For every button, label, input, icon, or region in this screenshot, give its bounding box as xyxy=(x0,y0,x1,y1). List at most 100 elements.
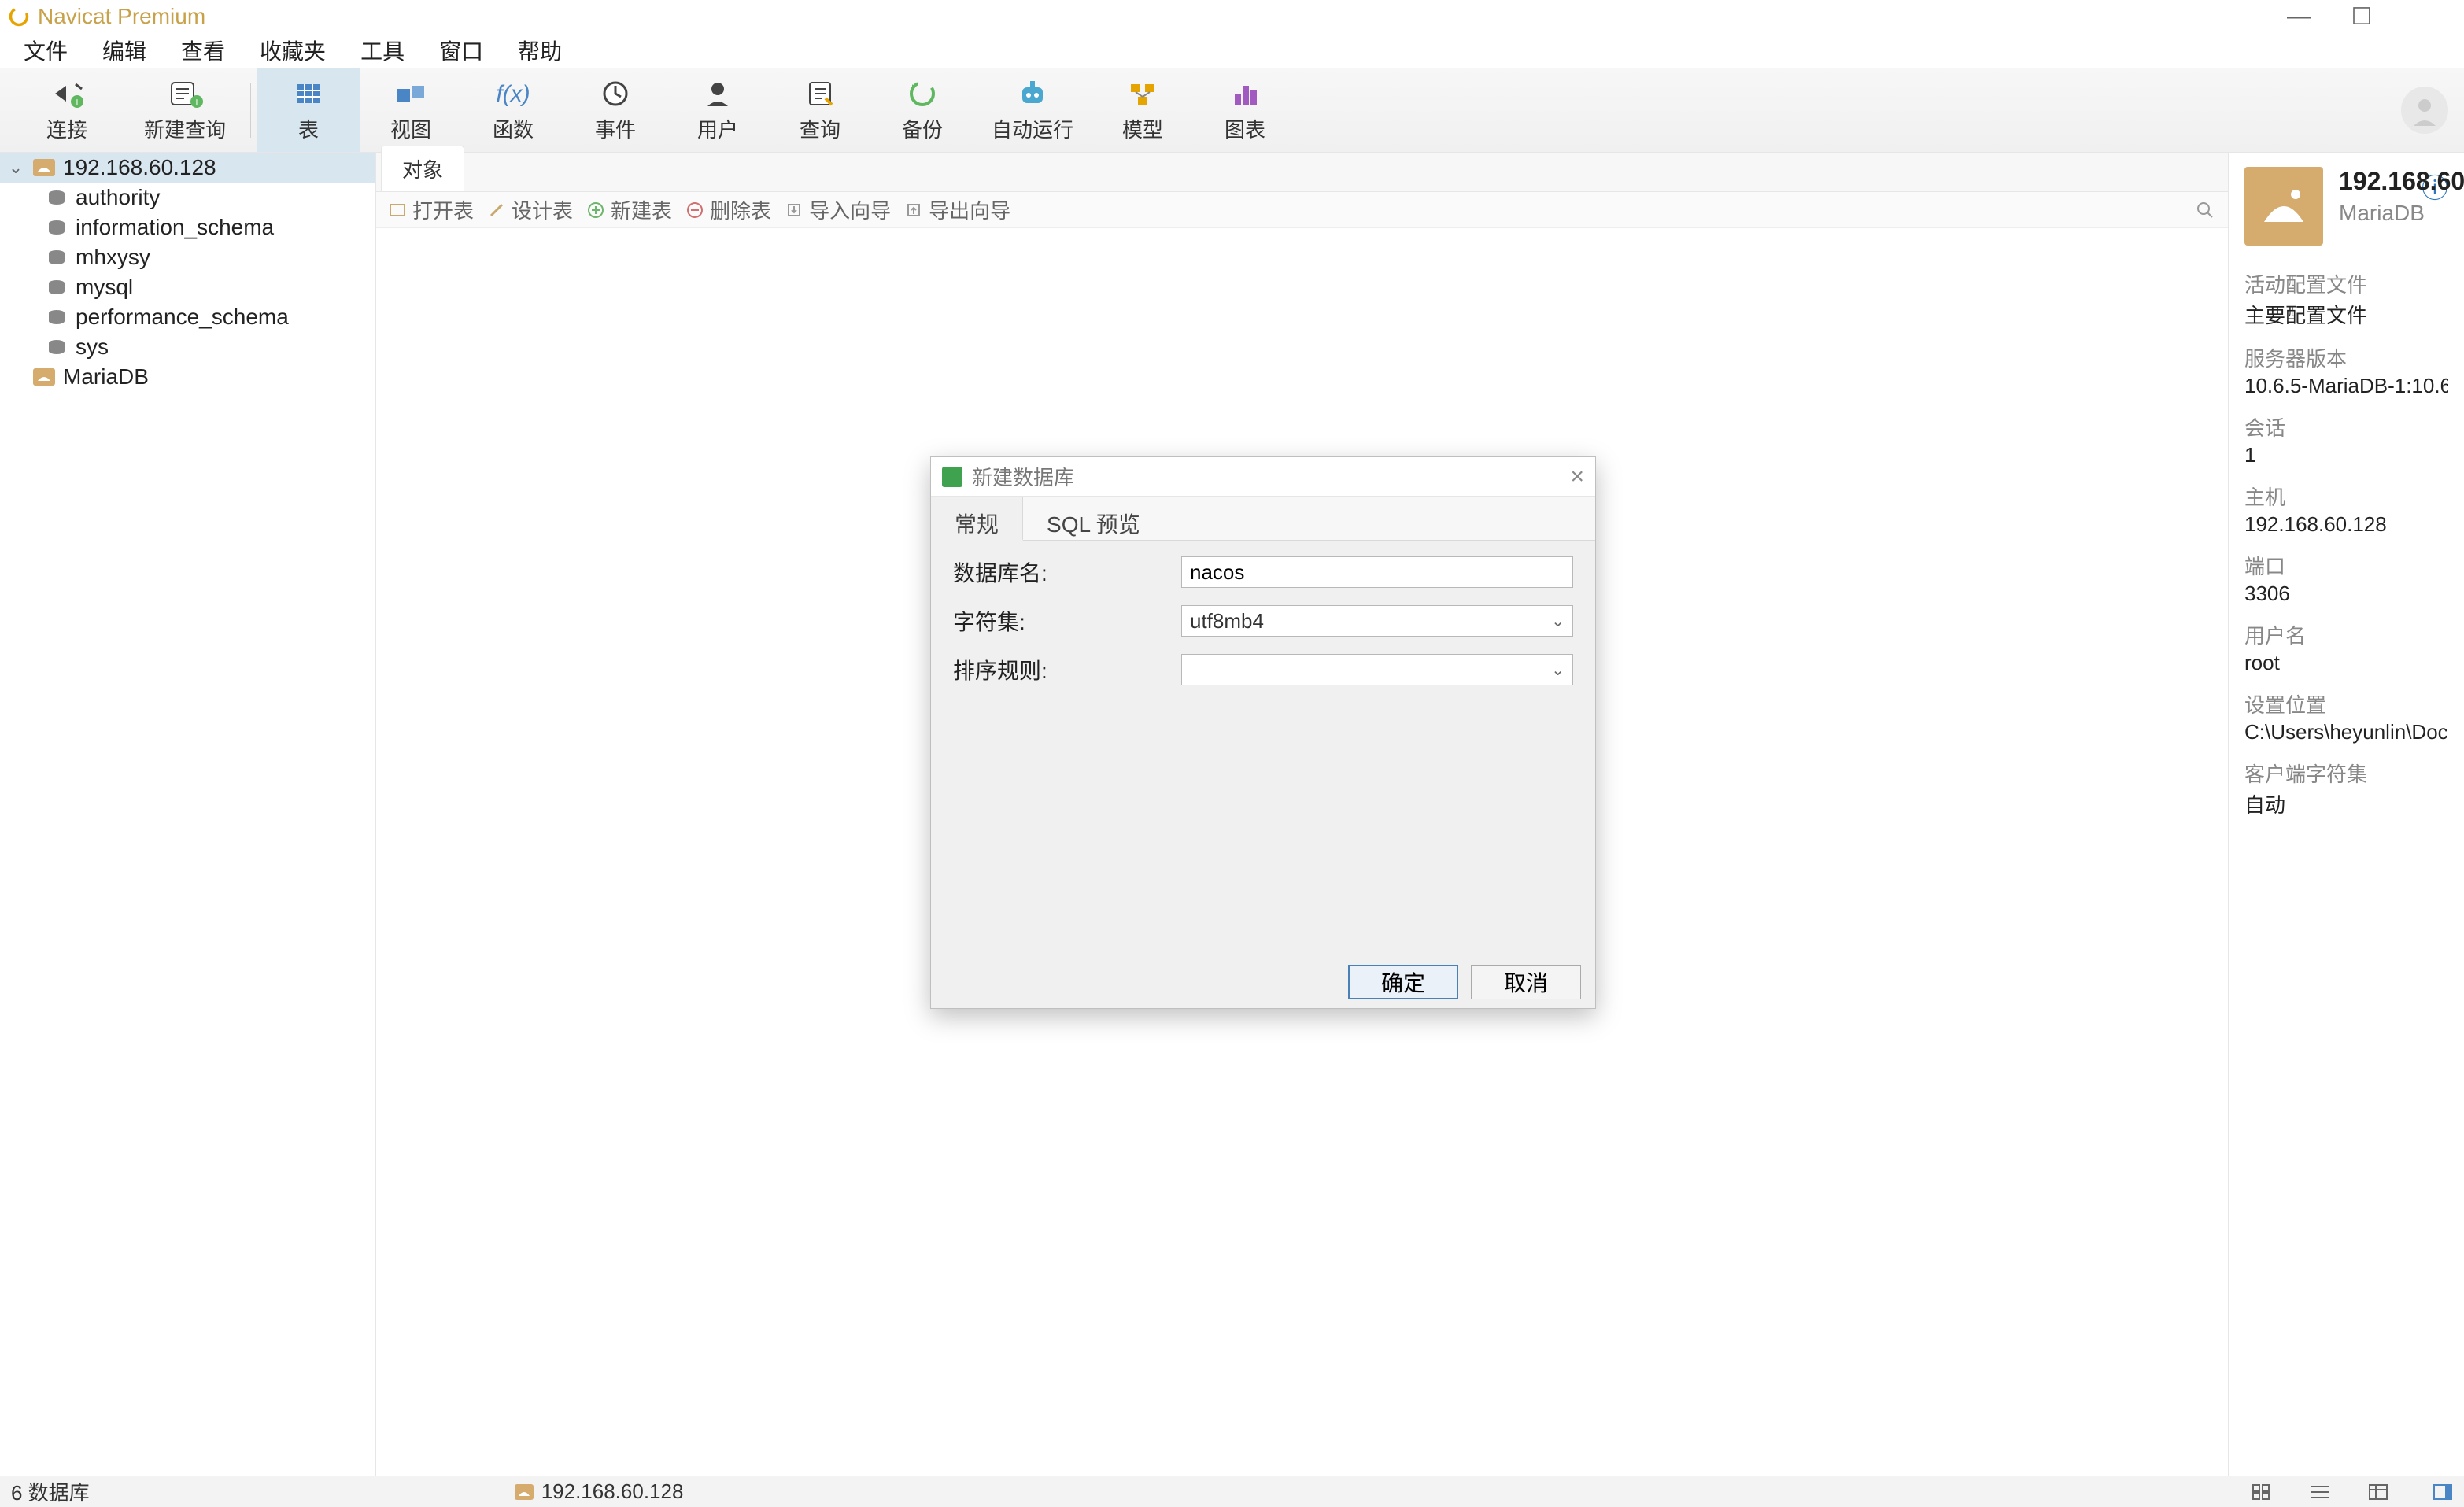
menu-help[interactable]: 帮助 xyxy=(501,30,579,71)
search-icon[interactable] xyxy=(2195,200,2215,220)
model-button[interactable]: 模型 xyxy=(1092,68,1194,152)
function-button[interactable]: f(x) 函数 xyxy=(462,68,564,152)
view-mode-grid-icon[interactable] xyxy=(2252,1483,2272,1501)
user-button[interactable]: 用户 xyxy=(667,68,769,152)
menu-view[interactable]: 查看 xyxy=(164,30,242,71)
auto-run-button[interactable]: 自动运行 xyxy=(973,68,1092,152)
svg-text:f(x): f(x) xyxy=(496,81,530,107)
view-mode-panel-icon[interactable] xyxy=(2433,1483,2453,1501)
view-mode-detail-icon[interactable] xyxy=(2368,1483,2388,1501)
tab-general[interactable]: 常规 xyxy=(931,497,1023,541)
tree-connection-item[interactable]: MariaDB xyxy=(0,362,375,392)
menu-edit[interactable]: 编辑 xyxy=(85,30,164,71)
menu-tools[interactable]: 工具 xyxy=(343,30,422,71)
connection-subtitle: MariaDB xyxy=(2339,201,2464,226)
database-icon xyxy=(46,338,68,356)
table-button[interactable]: 表 xyxy=(257,68,360,152)
window-minimize-icon[interactable]: — xyxy=(2267,3,2330,30)
connection-icon xyxy=(33,159,55,176)
database-icon xyxy=(46,308,68,326)
app-logo-icon xyxy=(8,6,30,28)
status-left: 6 数据库 xyxy=(11,1477,90,1506)
chevron-down-icon[interactable]: ⌄ xyxy=(6,157,25,178)
design-table-button[interactable]: 设计表 xyxy=(488,195,573,224)
view-button[interactable]: 视图 xyxy=(360,68,462,152)
charset-label: 字符集: xyxy=(953,605,1181,637)
export-wizard-button[interactable]: 导出向导 xyxy=(905,195,1010,224)
dialog-body: 数据库名: 字符集: utf8mb4 ⌄ 排序规则: ⌄ xyxy=(931,541,1595,955)
function-icon: f(x) xyxy=(493,78,533,109)
app-title: Navicat Premium xyxy=(38,4,205,29)
info-value: 3306 xyxy=(2244,582,2448,606)
dialog-titlebar[interactable]: 新建数据库 × xyxy=(931,457,1595,497)
connection-icon xyxy=(33,368,55,386)
import-wizard-button[interactable]: 导入向导 xyxy=(785,195,891,224)
database-icon xyxy=(46,219,68,236)
tab-sql-preview[interactable]: SQL 预览 xyxy=(1023,497,1164,540)
model-icon xyxy=(1123,78,1162,109)
charset-value: utf8mb4 xyxy=(1190,609,1264,633)
new-query-icon: + xyxy=(165,78,205,109)
backup-icon xyxy=(903,78,942,109)
backup-button[interactable]: 备份 xyxy=(871,68,973,152)
info-label: 主机 xyxy=(2244,482,2448,511)
db-name-input[interactable] xyxy=(1181,556,1573,588)
svg-text:+: + xyxy=(194,95,200,108)
tree-database-item[interactable]: mhxysy xyxy=(0,242,375,272)
connect-button[interactable]: + 连接 xyxy=(8,68,126,152)
tab-objects[interactable]: 对象 xyxy=(381,146,464,191)
user-avatar[interactable] xyxy=(2401,87,2448,134)
plug-icon: + xyxy=(47,78,87,109)
database-green-icon xyxy=(942,467,962,487)
info-value: 1 xyxy=(2244,443,2448,467)
dialog-footer: 确定 取消 xyxy=(931,955,1595,1008)
tree-database-item[interactable]: mysql xyxy=(0,272,375,302)
dialog-title: 新建数据库 xyxy=(972,462,1074,491)
clock-icon xyxy=(596,78,635,109)
info-value: 10.6.5-MariaDB-1:10.6.5+ xyxy=(2244,374,2448,398)
chevron-down-icon: ⌄ xyxy=(1551,660,1564,680)
database-icon xyxy=(46,279,68,296)
dialog-close-icon[interactable]: × xyxy=(1570,464,1584,490)
info-value: C:\Users\heyunlin\Docum xyxy=(2244,720,2448,744)
view-mode-list-icon[interactable] xyxy=(2310,1483,2330,1501)
table-icon xyxy=(289,78,328,109)
tree-database-item[interactable]: information_schema xyxy=(0,212,375,242)
window-maximize-icon[interactable]: ☐ xyxy=(2330,3,2393,31)
tree-database-item[interactable]: performance_schema xyxy=(0,302,375,332)
connection-title: 192.168.60.1 xyxy=(2339,167,2464,196)
new-table-button[interactable]: 新建表 xyxy=(587,195,672,224)
titlebar: Navicat Premium — ☐ × xyxy=(0,0,2464,33)
info-value: 自动 xyxy=(2244,789,2448,818)
object-tabstrip: 对象 xyxy=(376,153,2228,192)
new-query-button[interactable]: + 新建查询 xyxy=(126,68,244,152)
menu-window[interactable]: 窗口 xyxy=(422,30,501,71)
open-table-button[interactable]: 打开表 xyxy=(389,195,474,224)
collation-combo[interactable]: ⌄ xyxy=(1181,654,1573,685)
status-path: 192.168.60.128 xyxy=(541,1479,684,1504)
menu-file[interactable]: 文件 xyxy=(6,30,85,71)
query-button[interactable]: 查询 xyxy=(769,68,871,152)
info-label: 用户名 xyxy=(2244,620,2448,649)
info-label: 服务器版本 xyxy=(2244,343,2448,372)
user-icon xyxy=(698,78,737,109)
tree-database-item[interactable]: sys xyxy=(0,332,375,362)
charset-combo[interactable]: utf8mb4 ⌄ xyxy=(1181,605,1573,637)
chart-button[interactable]: 图表 xyxy=(1194,68,1296,152)
info-value: 192.168.60.128 xyxy=(2244,512,2448,537)
object-subtoolbar: 打开表 设计表 新建表 删除表 导入向导 导出向导 xyxy=(376,192,2228,228)
ok-button[interactable]: 确定 xyxy=(1348,965,1458,999)
database-icon xyxy=(46,249,68,266)
event-button[interactable]: 事件 xyxy=(564,68,667,152)
delete-table-button[interactable]: 删除表 xyxy=(686,195,771,224)
cancel-button[interactable]: 取消 xyxy=(1471,965,1581,999)
collation-label: 排序规则: xyxy=(953,654,1181,685)
info-label: 客户端字符集 xyxy=(2244,759,2448,788)
connection-tree[interactable]: ⌄ 192.168.60.128 authority information_s… xyxy=(0,153,376,1476)
svg-text:+: + xyxy=(74,95,80,108)
menu-favorites[interactable]: 收藏夹 xyxy=(242,30,343,71)
info-label: 设置位置 xyxy=(2244,689,2448,718)
tree-database-item[interactable]: authority xyxy=(0,183,375,212)
tree-connection-root[interactable]: ⌄ 192.168.60.128 xyxy=(0,153,375,183)
main-toolbar: + 连接 + 新建查询 表 视图 f(x) 函数 事件 用户 查询 备份 自动运… xyxy=(0,68,2464,153)
